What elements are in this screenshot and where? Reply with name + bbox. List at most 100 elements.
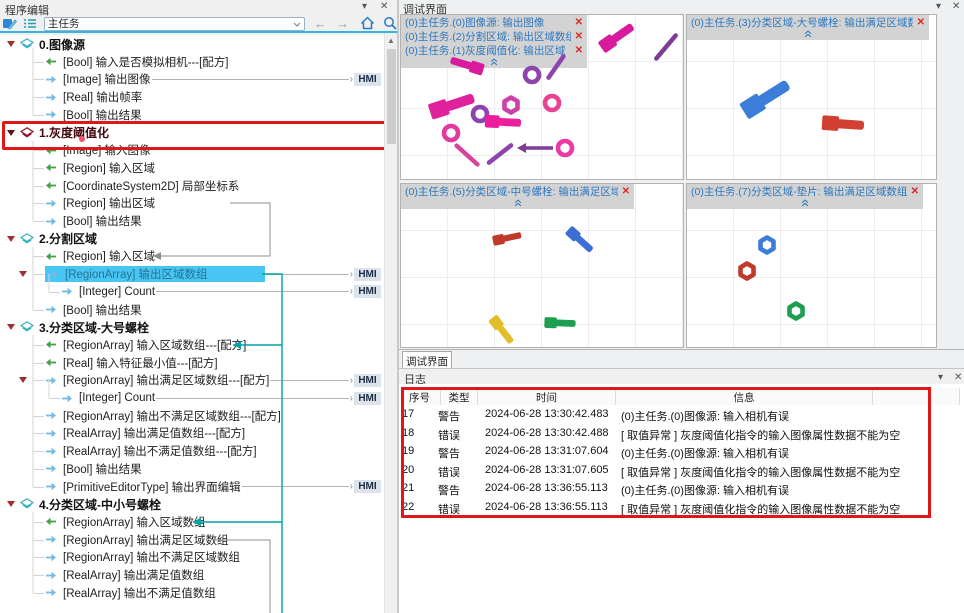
- tree-item[interactable]: [Region] 输出区域: [0, 194, 384, 212]
- tree-item[interactable]: [RegionArray] 输出区域数组›HMI: [0, 265, 384, 283]
- tree-group-header[interactable]: 4.分类区域-中小号螺栓: [0, 495, 384, 513]
- wire-arrow-icon: ›: [350, 375, 353, 386]
- output-arrow-icon: [45, 482, 57, 491]
- tab-debug-view[interactable]: 调试界面: [402, 351, 452, 369]
- log-cell-message: [ 取值异常 ] 灰度阈值化指令的输入图像属性数据不能为空: [621, 501, 900, 517]
- tree-item[interactable]: [Real] 输入特征最小值---[配方]: [0, 354, 384, 372]
- tree-item[interactable]: [RegionArray] 输入区域数组: [0, 513, 384, 531]
- tree-item[interactable]: [RegionArray] 输出满足区域数组---[配方]›HMI: [0, 371, 384, 389]
- log-cell-message: (0)主任务.(0)图像源: 输入相机有误: [621, 445, 789, 461]
- log-row[interactable]: 19警告2024-06-28 13:31:07.604(0)主任务.(0)图像源…: [399, 443, 960, 461]
- search-button[interactable]: [383, 16, 397, 32]
- switch-view-button[interactable]: [0, 16, 20, 31]
- input-arrow-icon: [45, 57, 57, 66]
- scroll-up-icon[interactable]: ▲: [385, 33, 397, 45]
- tree-group-header[interactable]: 1.灰度阈值化: [0, 124, 384, 142]
- tree-item[interactable]: [RegionArray] 输出不满足区域数组---[配方]: [0, 407, 384, 425]
- tree-item[interactable]: [CoordinateSystem2D] 局部坐标系: [0, 177, 384, 195]
- debug-tabstrip: 调试界面: [399, 349, 964, 368]
- tree-item-label: [Region] 输入区域: [63, 248, 155, 264]
- log-cell-time: 2024-06-28 13:31:07.605: [485, 464, 609, 476]
- tree-item[interactable]: [RealArray] 输出不满足值数组---[配方]: [0, 442, 384, 460]
- tree-item[interactable]: [Integer] Count›HMI: [0, 389, 384, 407]
- output-arrow-icon: [61, 394, 73, 403]
- back-button[interactable]: ←: [314, 17, 327, 30]
- log-row[interactable]: 21警告2024-06-28 13:36:55.113(0)主任务.(0)图像源…: [399, 480, 960, 498]
- image-view-3[interactable]: (0)主任务.(5)分类区域-中号螺栓: 输出满足区域数组✕: [400, 183, 684, 348]
- tree-item[interactable]: [Region] 输入区域: [0, 247, 384, 265]
- tree-group-label: 0.图像源: [39, 36, 85, 53]
- log-cell-message: [ 取值异常 ] 灰度阈值化指令的输入图像属性数据不能为空: [621, 464, 900, 480]
- image-view-1[interactable]: (0)主任务.(0)图像源: 输出图像✕(0)主任务.(2)分割区域: 输出区域…: [400, 14, 684, 180]
- tree-item-label: [RealArray] 输出不满足值数组: [63, 585, 216, 601]
- tree-item[interactable]: [RealArray] 输出不满足值数组: [0, 584, 384, 602]
- expander-icon[interactable]: [7, 130, 15, 136]
- expander-icon[interactable]: [7, 236, 15, 242]
- tree-item[interactable]: [Bool] 输出结果: [0, 460, 384, 478]
- tree-item[interactable]: [RegionArray] 输出不满足区域数组: [0, 548, 384, 566]
- tree-item[interactable]: [RealArray] 输出满足值数组---[配方]: [0, 424, 384, 442]
- log-row[interactable]: 22错误2024-06-28 13:36:55.113[ 取值异常 ] 灰度阈值…: [399, 499, 960, 517]
- tree-item-label: [Integer] Count: [79, 392, 155, 404]
- list-icon: [23, 18, 37, 29]
- tree-group-header[interactable]: 2.分割区域: [0, 230, 384, 248]
- tree-item-label: [Region] 输入区域: [63, 160, 155, 176]
- log-row[interactable]: 18错误2024-06-28 13:30:42.488[ 取值异常 ] 灰度阈值…: [399, 425, 960, 443]
- tree-item[interactable]: [RealArray] 输出满足值数组: [0, 566, 384, 584]
- output-arrow-icon: [45, 376, 57, 385]
- close-icon[interactable]: ✕: [954, 372, 962, 383]
- tree-item[interactable]: [Bool] 输入是否模拟相机---[配方]: [0, 53, 384, 71]
- tree-item[interactable]: [Bool] 输出结果: [0, 212, 384, 230]
- tree-item[interactable]: [Image] 输出图像›HMI: [0, 70, 384, 88]
- tree-item[interactable]: [PrimitiveEditorType] 输出界面编辑›HMI: [0, 478, 384, 496]
- tree-item[interactable]: [RegionArray] 输入区域数组---[配方]: [0, 336, 384, 354]
- tree-item-label: [RegionArray] 输出满足区域数组---[配方]: [63, 372, 269, 388]
- image-view-2[interactable]: (0)主任务.(3)分类区域-大号螺栓: 输出满足区域数组✕: [686, 14, 937, 180]
- hmi-badge: HMI: [354, 73, 381, 86]
- home-icon: [360, 16, 375, 30]
- layers-edit-icon: [2, 17, 17, 30]
- list-button[interactable]: [20, 16, 40, 31]
- output-arrow-icon: [45, 553, 57, 562]
- tree-item[interactable]: [RegionArray] 输出满足区域数组: [0, 531, 384, 549]
- hmi-wire: [152, 79, 349, 80]
- close-icon[interactable]: ✕: [952, 1, 960, 12]
- tree-item[interactable]: [Region] 输入区域: [0, 159, 384, 177]
- tree-item[interactable]: [Bool] 输出结果: [0, 301, 384, 319]
- log-column-header: 时间: [478, 388, 616, 405]
- expander-icon[interactable]: [19, 377, 27, 383]
- image-view-4[interactable]: (0)主任务.(7)分类区域-垫片: 输出满足区域数组✕: [686, 183, 937, 348]
- log-row[interactable]: 17警告2024-06-28 13:30:42.483(0)主任务.(0)图像源…: [399, 406, 960, 424]
- expander-icon[interactable]: [19, 271, 27, 277]
- task-selector[interactable]: 主任务: [44, 17, 305, 31]
- tree-group-header[interactable]: 0.图像源: [0, 35, 384, 53]
- home-button[interactable]: [360, 16, 375, 32]
- log-cell-index: 20: [402, 464, 414, 476]
- hmi-wire: [156, 398, 349, 399]
- expander-icon[interactable]: [7, 41, 15, 47]
- tree-item[interactable]: [Bool] 输出结果: [0, 106, 384, 124]
- layers-icon: [20, 38, 34, 50]
- output-arrow-icon: [47, 270, 59, 279]
- dropdown-icon[interactable]: ▾: [936, 1, 941, 12]
- log-cell-type: 警告: [438, 445, 460, 461]
- tree-group-label: 3.分类区域-大号螺栓: [39, 319, 149, 336]
- program-tree: 0.图像源[Bool] 输入是否模拟相机---[配方][Image] 输出图像›…: [0, 35, 384, 613]
- forward-button[interactable]: →: [336, 17, 349, 30]
- tree-item[interactable]: [Integer] Count›HMI: [0, 283, 384, 301]
- vision-software-window: 程序编辑 ▾ ✕ 主任务 ← →: [0, 0, 964, 613]
- expander-icon[interactable]: [7, 324, 15, 330]
- wire-arrow-icon: ›: [350, 286, 353, 297]
- expander-icon[interactable]: [7, 501, 15, 507]
- output-arrow-icon: [45, 217, 57, 226]
- tree-item[interactable]: [Real] 输出帧率: [0, 88, 384, 106]
- dropdown-icon[interactable]: ▾: [938, 372, 943, 383]
- tree-scrollbar[interactable]: ▲: [384, 33, 397, 613]
- dropdown-icon[interactable]: ▾: [362, 1, 367, 12]
- scrollbar-thumb[interactable]: [387, 49, 396, 144]
- tree-item[interactable]: [Image] 输入图像: [0, 141, 384, 159]
- tree-group-header[interactable]: 3.分类区域-大号螺栓: [0, 318, 384, 336]
- status-dot-icon: [79, 136, 85, 142]
- close-icon[interactable]: ✕: [380, 1, 388, 12]
- log-row[interactable]: 20错误2024-06-28 13:31:07.605[ 取值异常 ] 灰度阈值…: [399, 462, 960, 480]
